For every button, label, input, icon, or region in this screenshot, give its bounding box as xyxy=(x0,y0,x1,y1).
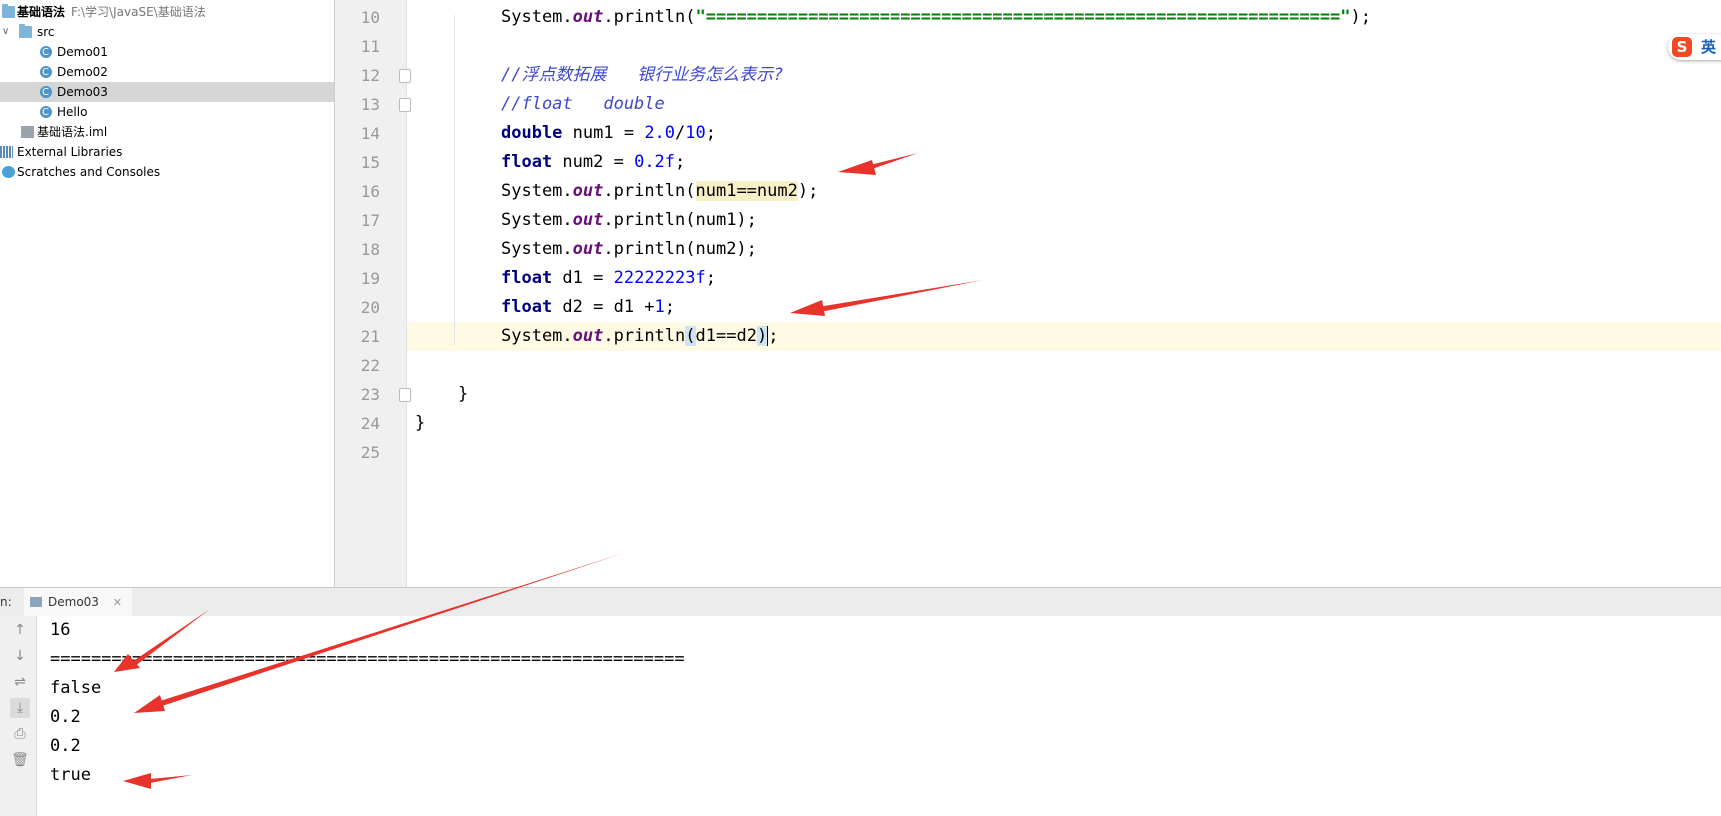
ime-mode-label: 英 xyxy=(1701,38,1717,56)
java-class-icon xyxy=(40,63,52,83)
tree-item-demo02[interactable]: Demo02 xyxy=(0,62,334,83)
arrow-up-icon[interactable]: ↑ xyxy=(10,620,30,640)
close-icon[interactable]: ✕ xyxy=(113,596,122,609)
file-label: Demo03 xyxy=(57,85,108,99)
console-line: 0.2 xyxy=(50,736,81,756)
console-line: 0.2 xyxy=(50,707,81,727)
scratches-icon xyxy=(2,166,15,178)
tab-label: Demo03 xyxy=(48,595,99,609)
input-method-badge[interactable]: S 英 xyxy=(1668,34,1721,60)
external-libraries-label: External Libraries xyxy=(17,145,123,159)
tree-item-hello[interactable]: Hello xyxy=(0,102,334,123)
code-line-21: System.out.println(d1==d2); xyxy=(501,326,779,346)
trash-icon[interactable]: 🗑 xyxy=(10,750,30,770)
library-icon xyxy=(0,146,13,158)
console-line: 16 xyxy=(50,620,71,640)
code-line-24: } xyxy=(415,413,426,433)
tab-demo03[interactable]: Demo03 ✕ xyxy=(24,588,132,618)
module-file-icon xyxy=(21,126,34,138)
tree-item-demo01[interactable]: Demo01 xyxy=(0,42,334,63)
scratches-label: Scratches and Consoles xyxy=(17,165,161,179)
code-line-23: } xyxy=(458,384,469,404)
chevron-down-icon[interactable]: ∨ xyxy=(2,22,9,42)
run-toolbar: ↑ ↓ ⇌ ⤓ ⎙ 🗑 xyxy=(0,616,37,816)
code-line-12: //浮点数拓展 银行业务怎么表示? xyxy=(501,65,784,85)
code-line-19: float d1 = 22222223f; xyxy=(501,268,716,288)
root-label: 基础语法 xyxy=(17,5,66,19)
iml-label: 基础语法.iml xyxy=(37,125,108,139)
scroll-to-end-icon[interactable]: ⤓ xyxy=(10,698,30,718)
console-line: ========================================… xyxy=(50,649,685,669)
run-config-icon xyxy=(30,597,42,607)
tree-item-iml[interactable]: 基础语法.iml xyxy=(0,122,334,142)
soft-wrap-icon[interactable]: ⇌ xyxy=(10,672,30,692)
tree-item-external-libraries[interactable]: External Libraries xyxy=(0,142,334,162)
print-icon[interactable]: ⎙ xyxy=(10,724,30,744)
code-line-15: float num2 = 0.2f; xyxy=(501,152,686,172)
arrow-down-icon[interactable]: ↓ xyxy=(10,646,30,666)
module-folder-icon xyxy=(2,4,15,18)
file-label: Demo02 xyxy=(57,65,108,79)
file-label: Hello xyxy=(57,105,88,119)
tree-item-root[interactable]: 基础语法 F:\学习\JavaSE\基础语法 xyxy=(0,2,334,22)
src-label: src xyxy=(37,25,55,39)
java-class-icon xyxy=(40,43,52,63)
run-panel-header: n: Demo03 ✕ xyxy=(0,587,1721,618)
code-line-13: //float double xyxy=(501,94,665,114)
code-line-18: System.out.println(num2); xyxy=(501,239,757,259)
code-editor[interactable]: 10 11 12 13 14 15 16 17 18 19 20 21 22 2… xyxy=(335,0,1721,587)
root-path: F:\学习\JavaSE\基础语法 xyxy=(71,5,206,19)
console-line: true xyxy=(50,765,91,785)
code-line-17: System.out.println(num1); xyxy=(501,210,757,230)
code-line-10: System.out.println("====================… xyxy=(501,7,1372,27)
console-output[interactable]: 16 =====================================… xyxy=(37,616,1721,816)
project-tree-panel: 基础语法 F:\学习\JavaSE\基础语法 ∨ src Demo01 Demo… xyxy=(0,0,335,587)
line-number: 11 xyxy=(360,37,380,56)
console-line: false xyxy=(50,678,102,698)
sogou-logo-icon: S xyxy=(1672,37,1692,57)
highlighted-expression: num1==num2 xyxy=(695,181,798,201)
line-number: 25 xyxy=(360,443,380,462)
code-line-16: System.out.println(num1==num2); xyxy=(501,181,819,201)
line-number: 22 xyxy=(360,356,380,375)
tree-item-scratches[interactable]: Scratches and Consoles xyxy=(0,162,334,182)
code-line-20: float d2 = d1 +1; xyxy=(501,297,676,317)
run-label: n: xyxy=(0,595,12,609)
file-label: Demo01 xyxy=(57,45,108,59)
source-folder-icon xyxy=(19,24,32,38)
tree-item-demo03[interactable]: Demo03 xyxy=(0,82,334,103)
tree-item-src[interactable]: ∨ src xyxy=(0,22,334,42)
java-class-icon xyxy=(40,83,52,103)
java-class-icon xyxy=(40,103,52,123)
code-line-14: double num1 = 2.0/10; xyxy=(501,123,717,143)
